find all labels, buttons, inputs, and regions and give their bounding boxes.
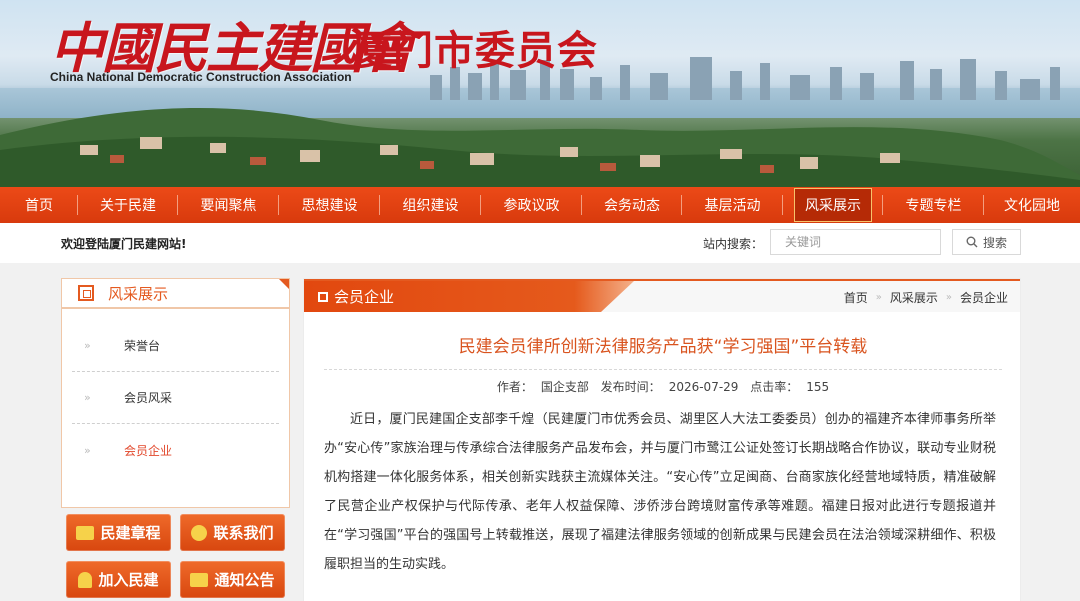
breadcrumb-separator: » <box>875 292 882 303</box>
notice-button[interactable]: 通知公告 <box>180 561 285 598</box>
sidebar-item-honors[interactable]: » 荣誉台 <box>72 320 279 372</box>
search-button-label: 搜索 <box>982 235 1007 250</box>
join-button-label: 加入民建 <box>98 571 159 589</box>
article-title: 民建会员律所创新法律服务产品获“学习强国”平台转载 <box>458 337 868 357</box>
nav-item-home[interactable]: 首页 <box>0 187 78 223</box>
banner-island <box>0 108 1080 187</box>
article-panel-header: 会员企业 首页 » 风采展示 » 会员企业 <box>304 279 1020 312</box>
breadcrumb-current[interactable]: 会员企业 <box>960 289 1008 306</box>
sidebar-panel: 风采展示 » 荣誉台 » 会员风采 » 会员企业 <box>61 278 290 508</box>
sidebar-item-member-enterprise[interactable]: » 会员企业 <box>72 424 279 476</box>
double-chevron-icon: » <box>84 391 91 404</box>
hits-label: 点击率： <box>750 380 799 394</box>
corner-decoration <box>279 279 289 289</box>
date-label: 发布时间： <box>600 380 661 394</box>
search-button[interactable]: 搜索 <box>952 229 1021 255</box>
double-chevron-icon: » <box>84 443 91 457</box>
breadcrumb-home[interactable]: 首页 <box>844 289 868 306</box>
nav-item-about[interactable]: 关于民建 <box>78 187 178 223</box>
breadcrumb-separator: » <box>945 292 952 303</box>
sidebar-item-label: 会员企业 <box>124 443 173 458</box>
user-icon <box>78 571 93 588</box>
search-label: 站内搜索： <box>703 237 764 251</box>
search-input[interactable]: 关键词 <box>770 229 941 255</box>
double-chevron-icon: » <box>84 339 91 352</box>
contact-button[interactable]: 联系我们 <box>180 514 285 551</box>
article-panel: 会员企业 首页 » 风采展示 » 会员企业 民建会员律所创新法律服务产品获“学习… <box>303 278 1021 601</box>
logo-english: China National Democratic Construction A… <box>50 70 352 84</box>
author-label: 作者： <box>496 380 533 394</box>
section-tab: 会员企业 <box>304 281 634 312</box>
notice-button-label: 通知公告 <box>214 571 275 589</box>
tab-icon <box>318 291 328 302</box>
search-placeholder: 关键词 <box>785 235 822 249</box>
hits-value: 155 <box>806 380 830 394</box>
sidebar-header: 风采展示 <box>62 279 289 309</box>
sidebar-title: 风采展示 <box>108 284 169 303</box>
phone-icon <box>191 524 208 541</box>
nav-item-showcase[interactable]: 风采展示 <box>783 187 883 223</box>
nav-item-news[interactable]: 要闻聚焦 <box>178 187 279 223</box>
welcome-bar: 欢迎登陆厦门民建网站! 站内搜索： 关键词 搜索 <box>0 223 1080 263</box>
charter-button[interactable]: 民建章程 <box>66 514 171 551</box>
nav-item-ideology[interactable]: 思想建设 <box>279 187 380 223</box>
sidebar-item-member-style[interactable]: » 会员风采 <box>72 372 279 424</box>
search-icon <box>966 236 978 248</box>
nav-item-topics[interactable]: 专题专栏 <box>883 187 984 223</box>
contact-button-label: 联系我们 <box>213 524 274 542</box>
title-divider <box>324 369 1002 370</box>
site-title: 厦门市委员会 <box>352 28 598 74</box>
breadcrumb: 首页 » 风采展示 » 会员企业 <box>844 289 1008 306</box>
envelope-icon <box>76 525 95 540</box>
section-tab-label: 会员企业 <box>334 288 395 306</box>
sidebar-item-label: 会员风采 <box>124 391 173 405</box>
header-banner: 中國民主建國會 China National Democratic Constr… <box>0 0 1080 187</box>
article-body: 近日，厦门民建国企支部李千煌（民建厦门市优秀会员、湖里区人大法工委委员）创办的福… <box>324 412 996 572</box>
nav-item-politics[interactable]: 参政议政 <box>481 187 582 223</box>
date-value: 2026-07-29 <box>668 380 739 394</box>
breadcrumb-showcase[interactable]: 风采展示 <box>890 289 938 306</box>
author-value: 国企支部 <box>540 380 589 394</box>
sidebar-item-label: 荣誉台 <box>124 339 161 353</box>
nav-item-grassroots[interactable]: 基层活动 <box>682 187 783 223</box>
nav-item-organization[interactable]: 组织建设 <box>380 187 481 223</box>
main-nav: 首页 关于民建 要闻聚焦 思想建设 组织建设 参政议政 会务动态 基层活动 风采… <box>0 187 1080 223</box>
nav-item-culture[interactable]: 文化园地 <box>984 187 1080 223</box>
section-icon <box>78 285 94 301</box>
charter-button-label: 民建章程 <box>100 524 161 542</box>
welcome-text: 欢迎登陆厦门民建网站! <box>61 237 187 251</box>
join-button[interactable]: 加入民建 <box>66 561 171 598</box>
nav-item-affairs[interactable]: 会务动态 <box>582 187 682 223</box>
article-meta: 作者： 国企支部 发布时间： 2026-07-29 点击率： 155 <box>304 378 1022 395</box>
notice-icon <box>190 572 209 587</box>
